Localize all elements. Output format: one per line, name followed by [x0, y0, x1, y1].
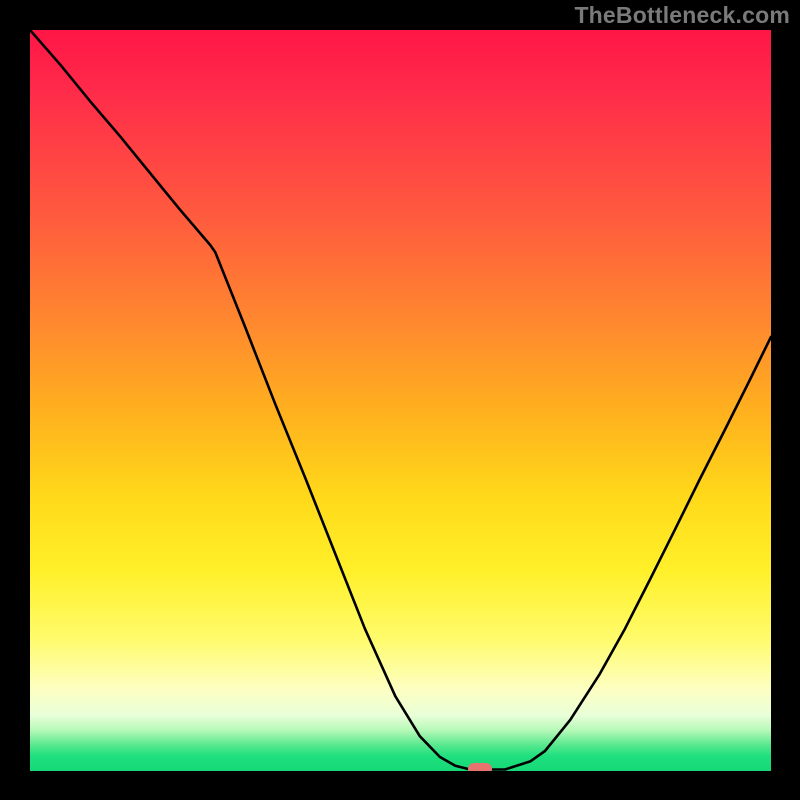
chart-frame: TheBottleneck.com — [0, 0, 800, 800]
optimal-point-marker — [468, 763, 492, 771]
plot-area — [30, 30, 771, 771]
watermark-text: TheBottleneck.com — [574, 2, 790, 29]
bottleneck-curve — [30, 30, 771, 771]
curve-path — [30, 30, 771, 770]
